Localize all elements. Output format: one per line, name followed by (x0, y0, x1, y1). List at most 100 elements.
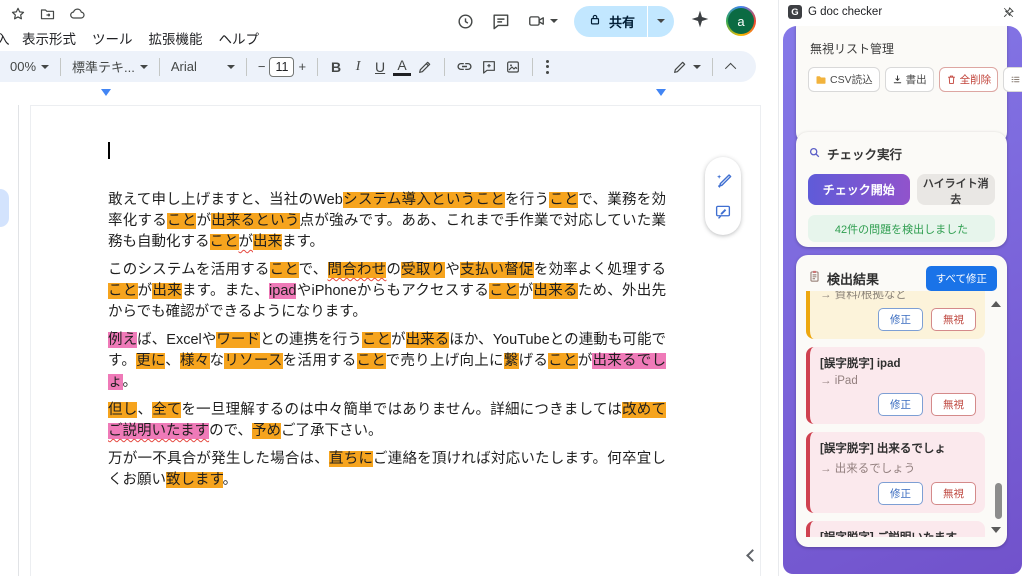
highlighted-text[interactable]: こと (167, 213, 196, 229)
chevron-down-icon[interactable] (550, 19, 558, 23)
text-segment[interactable]: 。 (123, 374, 138, 390)
highlighted-text[interactable]: 問合わせ (328, 262, 387, 278)
highlighted-text[interactable]: 但し (108, 402, 137, 418)
text-segment[interactable]: ば、Excelや (137, 332, 216, 348)
paragraph[interactable]: このシステムを活用することで、問合わせの受取りや支払い督促を効率よく処理すること… (108, 260, 666, 323)
paragraph[interactable]: 敢えて申し上げますと、当社のWebシステム導入ということを行うことで、業務を効率… (108, 190, 666, 253)
share-dropdown[interactable] (648, 6, 674, 37)
highlighted-text[interactable]: 出来 (152, 283, 182, 299)
highlighted-text[interactable]: 出来る (406, 332, 450, 348)
highlighted-text[interactable]: リソース (224, 353, 282, 369)
feedback-pen-icon[interactable] (714, 203, 732, 221)
text-segment[interactable]: げる (519, 353, 549, 369)
scroll-up-icon[interactable] (991, 301, 1001, 307)
text-segment[interactable]: や (445, 262, 460, 278)
pin-icon[interactable] (1002, 6, 1015, 19)
meet-video-icon[interactable] (526, 12, 558, 30)
text-segment[interactable]: を活用する (283, 353, 357, 369)
text-segment[interactable]: このシステムを活用する (108, 262, 270, 278)
add-comment-icon[interactable] (477, 59, 501, 75)
text-segment[interactable]: 敢えて申し上げますと、当社のWeb (108, 192, 343, 208)
text-segment[interactable]: を行う (505, 192, 549, 208)
highlighted-text[interactable]: こと (489, 283, 519, 299)
highlighted-text[interactable]: システム導入ということ (343, 192, 505, 208)
text-segment[interactable]: が (138, 283, 153, 299)
menu-item[interactable]: ヘルプ (211, 26, 268, 50)
move-folder-icon[interactable] (39, 6, 56, 22)
highlighted-text[interactable]: 予め (252, 423, 281, 439)
ignore-button[interactable]: 無視 (931, 308, 976, 331)
highlighted-text[interactable]: 出来る (533, 283, 577, 299)
insert-image-icon[interactable] (501, 59, 525, 75)
ignore-list-list-button[interactable]: リスト (1003, 67, 1022, 92)
font-size-field[interactable]: 11 (269, 57, 294, 77)
account-avatar[interactable]: a (726, 6, 756, 36)
paragraph[interactable]: 万が一不具合が発生した場合は、直ちにご連絡を頂ければ対応いたします。何卒宜しくお… (108, 449, 666, 491)
highlighted-text[interactable]: 致します (166, 472, 223, 488)
text-segment[interactable]: やiPhoneからもアクセスする (296, 283, 489, 299)
highlighted-text[interactable]: 出来 (253, 234, 282, 250)
start-check-button[interactable]: チェック開始 (808, 174, 910, 205)
document-tabs-handle[interactable] (0, 189, 9, 227)
text-segment[interactable]: 万が一不具合が発生した場合は、 (108, 451, 329, 467)
cloud-status-icon[interactable] (69, 6, 86, 22)
font-size-increase[interactable]: + (294, 59, 310, 74)
comments-icon[interactable] (491, 12, 510, 31)
menu-item[interactable]: 拡張機能 (141, 26, 211, 50)
menu-item[interactable]: 表示形式 (14, 26, 84, 50)
text-segment[interactable]: との連携を行う (260, 332, 362, 348)
ignore-button[interactable]: 無視 (931, 482, 976, 505)
highlighted-text[interactable]: 様々 (180, 353, 210, 369)
share-main[interactable]: 共有 (574, 6, 647, 37)
highlighted-text[interactable]: こと (362, 332, 391, 348)
zoom-select[interactable]: 00% (6, 59, 53, 74)
scroll-down-icon[interactable] (991, 527, 1001, 533)
text-segment[interactable]: ので、 (209, 423, 252, 439)
highlighted-text[interactable]: 受取り (401, 262, 445, 278)
ignore-button[interactable]: 無視 (931, 393, 976, 416)
highlighted-text[interactable]: 例え (108, 332, 137, 348)
insert-link-icon[interactable] (452, 58, 477, 75)
hide-menus-icon[interactable] (725, 62, 736, 73)
text-segment[interactable]: 、 (137, 402, 152, 418)
bold-button[interactable]: B (325, 59, 347, 75)
highlighted-text[interactable]: こと (548, 353, 578, 369)
paragraph[interactable]: 但し、全てを一旦理解するのは中々簡単ではありません。詳細につきましては改めてご説… (108, 400, 666, 442)
highlighted-text[interactable]: ipad (269, 283, 296, 299)
highlighted-text[interactable]: 更に (136, 353, 165, 369)
document-body[interactable]: 敢えて申し上げますと、当社のWebシステム導入ということを行うことで、業務を効率… (108, 190, 666, 498)
menu-item[interactable]: ツール (84, 26, 141, 50)
highlighted-text[interactable]: 改めて (622, 402, 666, 418)
paragraph[interactable]: 例えば、Excelやワードとの連携を行うことが出来るほか、YouTubeとの連動… (108, 330, 666, 393)
highlighted-text[interactable]: 繋 (504, 353, 519, 369)
fix-button[interactable]: 修正 (878, 308, 923, 331)
text-segment[interactable]: ます。 (282, 234, 324, 250)
left-indent-marker[interactable] (101, 89, 111, 96)
highlighted-text[interactable]: こと (357, 353, 386, 369)
text-segment[interactable]: 、 (165, 353, 180, 369)
more-options-icon[interactable] (540, 60, 555, 74)
highlighted-text[interactable]: こと (549, 192, 578, 208)
text-segment[interactable]: が (239, 234, 254, 250)
help-me-write-icon[interactable] (714, 171, 733, 190)
clear-highlight-button[interactable]: ハイライト消去 (917, 174, 995, 205)
font-size-decrease[interactable]: − (254, 59, 270, 74)
editing-mode-select[interactable] (668, 59, 705, 75)
highlighted-text[interactable]: 直ちに (329, 451, 373, 467)
highlighted-text[interactable]: 全て (152, 402, 181, 418)
text-segment[interactable]: が (519, 283, 534, 299)
text-segment[interactable]: で、 (299, 262, 328, 278)
ignore-list-folder-button[interactable]: CSV読込 (808, 67, 880, 92)
fix-all-button[interactable]: すべて修正 (926, 266, 997, 291)
text-segment[interactable]: で売り上げ向上に (386, 353, 504, 369)
italic-button[interactable]: I (347, 59, 369, 75)
share-button[interactable]: 共有 (574, 6, 674, 37)
highlighted-text[interactable]: 出来るという (211, 213, 299, 229)
fix-button[interactable]: 修正 (878, 393, 923, 416)
highlighted-text[interactable]: ご説明いたます (108, 423, 209, 439)
gemini-sparkle-icon[interactable] (690, 9, 710, 34)
highlighted-text[interactable]: こと (270, 262, 299, 278)
version-history-icon[interactable] (456, 12, 475, 31)
text-segment[interactable]: の (386, 262, 401, 278)
highlight-pen-icon[interactable] (413, 59, 437, 75)
